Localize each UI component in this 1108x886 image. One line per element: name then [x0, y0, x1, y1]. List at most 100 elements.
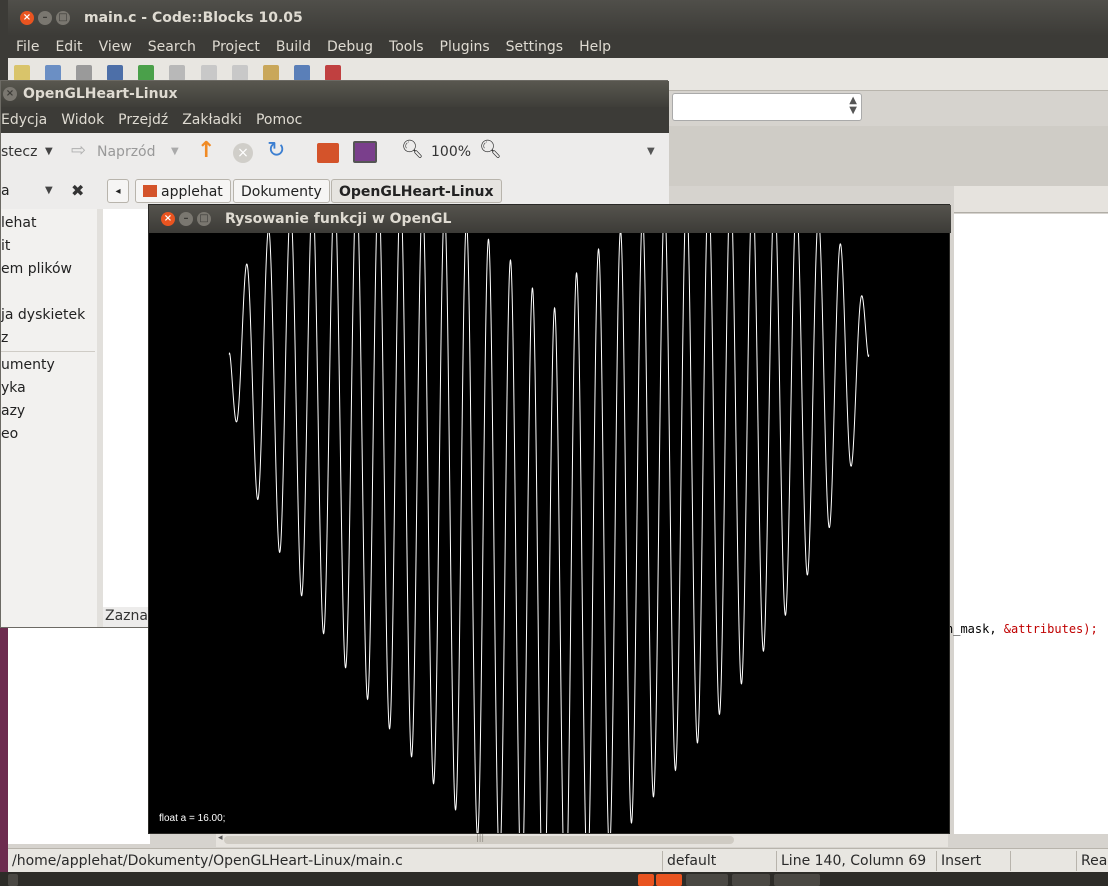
redo-icon[interactable]	[169, 65, 186, 81]
taskbar-item-active[interactable]	[638, 874, 654, 886]
zoom-in-icon[interactable]: 🔍︎	[479, 140, 502, 160]
status-blank	[1010, 851, 1077, 871]
taskbar-item[interactable]	[732, 874, 770, 886]
opengl-canvas[interactable]: float a = 16.00;	[149, 233, 949, 833]
save-icon[interactable]	[76, 65, 93, 81]
home-icon[interactable]	[317, 143, 339, 163]
open-file-icon[interactable]	[45, 65, 62, 81]
sidebar-item-music[interactable]: yka	[1, 380, 26, 396]
sidebar-item-desktop[interactable]: it	[1, 238, 10, 254]
crumb-openglheart-linux[interactable]: OpenGLHeart-Linux	[331, 179, 502, 203]
taskbar-item[interactable]	[686, 874, 728, 886]
code-line: h_mask, &attributes);	[946, 622, 1098, 636]
pathbar-left-arrow-icon[interactable]: ◂	[107, 179, 129, 203]
menu-search[interactable]: Search	[140, 36, 204, 58]
replace-icon[interactable]	[324, 65, 341, 81]
crumb-applehat-label: applehat	[161, 184, 223, 200]
up-arrow-icon[interactable]: ↑	[197, 139, 215, 163]
menu-build[interactable]: Build	[268, 36, 319, 58]
crumb-dokumenty[interactable]: Dokumenty	[233, 179, 330, 203]
cut-icon[interactable]	[200, 65, 217, 81]
spinner-icon: ▲ ▼	[849, 95, 857, 116]
opengl-titlebar: × – □ Rysowanie funkcji w OpenGL	[149, 205, 951, 233]
minimize-icon[interactable]: –	[179, 212, 193, 226]
file-manager-sidebar: lehat it em plików ja dyskietek z umenty…	[1, 209, 97, 627]
minimize-icon[interactable]: –	[38, 11, 52, 25]
menu-tools[interactable]: Tools	[381, 36, 432, 58]
taskbar-item[interactable]	[8, 874, 18, 886]
code-after-text: );	[1083, 622, 1098, 636]
find-icon[interactable]	[293, 65, 310, 81]
status-path: /home/applehat/Dokumenty/OpenGLHeart-Lin…	[12, 853, 403, 869]
code-editor[interactable]	[954, 214, 1108, 834]
sidebar-item-videos[interactable]: eo	[1, 426, 18, 442]
stop-icon[interactable]: ×	[233, 143, 253, 163]
back-button[interactable]: stecz	[1, 144, 37, 160]
editor-tabbar	[954, 186, 1108, 213]
toolbar-panel	[668, 126, 1108, 186]
sidebar-selector-dropdown-icon[interactable]: ▼	[45, 185, 53, 196]
close-icon[interactable]: ×	[3, 87, 17, 101]
crumb-applehat[interactable]: applehat	[135, 179, 231, 203]
paste-icon[interactable]	[262, 65, 279, 81]
sidebar-item-home[interactable]: lehat	[1, 215, 36, 231]
maximize-icon[interactable]: □	[197, 212, 211, 226]
menu-zakladki[interactable]: Zakładki	[175, 107, 249, 133]
opengl-window: × – □ Rysowanie funkcji w OpenGL float a…	[148, 204, 951, 834]
window-title: main.c - Code::Blocks 10.05	[84, 10, 303, 26]
home-icon	[143, 185, 157, 197]
sidebar-item-pictures[interactable]: azy	[1, 403, 25, 419]
menu-file[interactable]: File	[8, 36, 47, 58]
file-manager-titlebar: × OpenGLHeart-Linux	[1, 81, 669, 107]
sidebar-item-floppy[interactable]: ja dyskietek	[1, 307, 85, 323]
codeblocks-statusbar: /home/applehat/Dokumenty/OpenGLHeart-Lin…	[8, 848, 1108, 873]
codeblocks-titlebar: × – □ main.c - Code::Blocks 10.05	[8, 0, 1108, 36]
window-controls: × – □	[20, 11, 70, 25]
close-icon[interactable]: ×	[20, 11, 34, 25]
window-controls: × – □	[161, 212, 211, 226]
menu-edycja[interactable]: Edycja	[1, 107, 54, 133]
menu-edit[interactable]: Edit	[47, 36, 90, 58]
close-icon[interactable]: ×	[161, 212, 175, 226]
scroll-left-icon[interactable]: ◂	[218, 833, 223, 843]
menu-project[interactable]: Project	[204, 36, 268, 58]
menu-settings[interactable]: Settings	[498, 36, 571, 58]
computer-icon[interactable]	[353, 141, 377, 163]
toolbar-overflow-icon[interactable]: ▼	[647, 146, 655, 157]
status-encoding: default	[662, 851, 775, 871]
file-manager-menubar: Edycja Widok Przejdź Zakładki Pomoc	[1, 107, 669, 133]
sidebar-divider	[1, 351, 95, 352]
maximize-icon[interactable]: □	[56, 11, 70, 25]
menu-view[interactable]: View	[91, 36, 140, 58]
menu-help[interactable]: Help	[571, 36, 619, 58]
reload-icon[interactable]: ↻	[267, 139, 285, 163]
new-file-icon[interactable]	[14, 65, 30, 81]
save-all-icon[interactable]	[107, 65, 124, 81]
menu-debug[interactable]: Debug	[319, 36, 381, 58]
window-title: Rysowanie funkcji w OpenGL	[225, 211, 452, 227]
forward-button[interactable]: Naprzód	[97, 144, 156, 160]
back-dropdown-icon[interactable]: ▼	[45, 146, 53, 157]
sidebar-item-filesystem[interactable]: em plików	[1, 261, 72, 277]
close-sidebar-icon[interactable]: ✖	[71, 181, 84, 200]
menu-pomoc[interactable]: Pomoc	[249, 107, 309, 133]
menu-plugins[interactable]: Plugins	[432, 36, 498, 58]
code-amp-text: &attributes	[1003, 622, 1084, 636]
copy-icon[interactable]	[231, 65, 248, 81]
sidebar-selector[interactable]: a	[1, 183, 10, 199]
horizontal-scrollbar[interactable]: ||| ◂	[216, 832, 948, 847]
editor-left-area	[8, 626, 150, 844]
sidebar-item-documents[interactable]: umenty	[1, 357, 55, 373]
taskbar-item-active[interactable]	[656, 874, 682, 886]
taskbar	[0, 872, 1108, 886]
taskbar-item[interactable]	[774, 874, 820, 886]
scope-dropdown[interactable]: ▲ ▼	[672, 93, 862, 121]
menu-przejdz[interactable]: Przejdź	[111, 107, 175, 133]
menu-widok[interactable]: Widok	[54, 107, 111, 133]
overlay-text: float a = 16.00;	[159, 813, 226, 824]
undo-icon[interactable]	[138, 65, 155, 81]
sidebar-item-trash[interactable]: z	[1, 330, 8, 346]
forward-dropdown-icon[interactable]: ▼	[171, 146, 179, 157]
heart-curve	[228, 233, 870, 833]
zoom-out-icon[interactable]: 🔍︎	[401, 140, 424, 160]
